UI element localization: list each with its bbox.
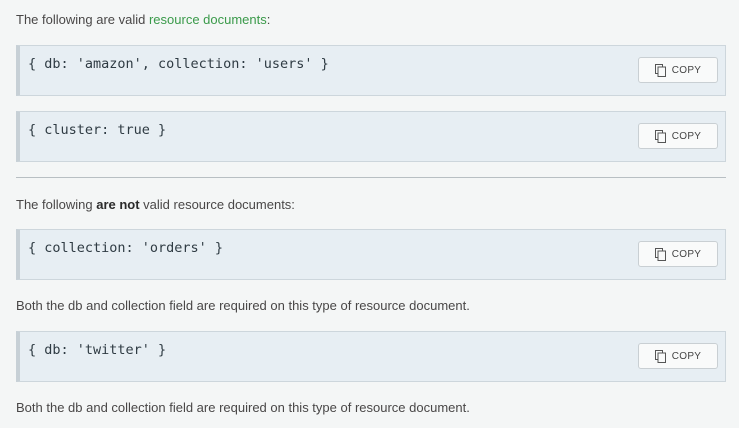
code-block: { db: 'twitter' } COPY <box>16 331 726 382</box>
code-block: { cluster: true } COPY <box>16 111 726 162</box>
intro-invalid-suffix: valid resource documents: <box>139 197 295 212</box>
code-snippet: { db: 'amazon', collection: 'users' } <box>28 56 329 72</box>
copy-button[interactable]: COPY <box>638 241 718 267</box>
code-snippet: { collection: 'orders' } <box>28 240 224 256</box>
intro-valid-text: The following are valid resource documen… <box>16 12 270 28</box>
copy-icon <box>654 247 666 261</box>
intro-invalid-prefix: The following <box>16 197 97 212</box>
copy-button[interactable]: COPY <box>638 343 718 369</box>
copy-button[interactable]: COPY <box>638 123 718 149</box>
code-block: { collection: 'orders' } COPY <box>16 229 726 280</box>
note-text: Both the db and collection field are req… <box>16 298 470 313</box>
intro-valid-prefix: The following are valid <box>16 12 149 27</box>
copy-icon <box>654 63 666 77</box>
intro-invalid-text: The following are not valid resource doc… <box>16 197 295 213</box>
copy-button-label: COPY <box>671 130 702 142</box>
intro-invalid-emphasis: are not <box>96 197 140 212</box>
note-text: Both the db and collection field are req… <box>16 400 470 415</box>
code-snippet: { cluster: true } <box>28 122 167 138</box>
code-snippet: { db: 'twitter' } <box>28 342 167 358</box>
resource-documents-link[interactable]: resource documents <box>149 12 267 27</box>
copy-button-label: COPY <box>671 350 702 362</box>
copy-button-label: COPY <box>671 248 702 260</box>
copy-button[interactable]: COPY <box>638 57 718 83</box>
section-divider <box>16 177 726 178</box>
code-block: { db: 'amazon', collection: 'users' } CO… <box>16 45 726 96</box>
copy-icon <box>654 129 666 143</box>
copy-button-label: COPY <box>671 64 702 76</box>
copy-icon <box>654 349 666 363</box>
intro-valid-suffix: : <box>266 12 271 27</box>
